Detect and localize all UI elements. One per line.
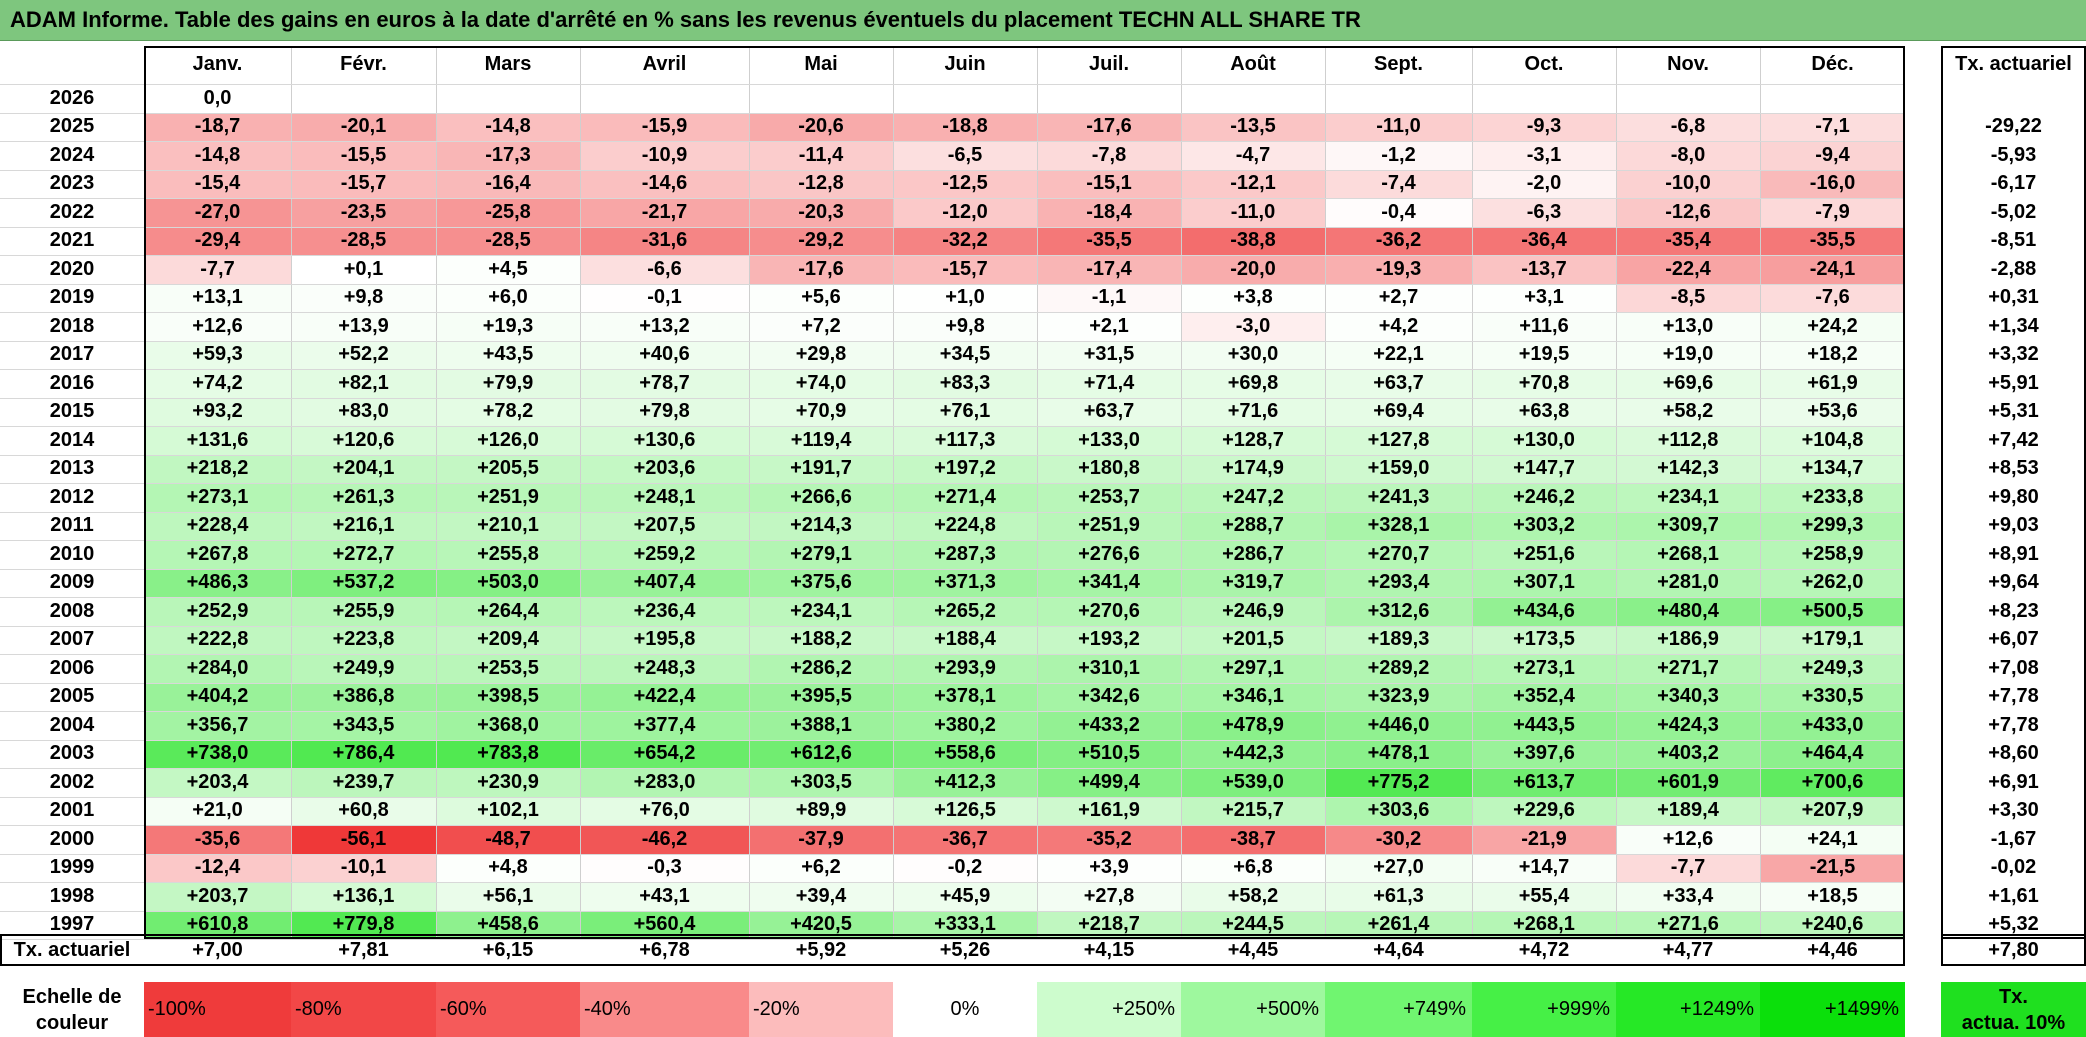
year-label: 2017 <box>49 343 95 366</box>
year-label: 1998 <box>49 884 95 907</box>
scale-swatch: 0% <box>893 982 1037 1037</box>
year-label: 2000 <box>49 827 95 850</box>
rate-frame <box>1941 46 2086 939</box>
scale-swatch: +500% <box>1181 982 1325 1037</box>
year-label: 2005 <box>49 685 95 708</box>
year-label: 2010 <box>49 542 95 565</box>
gains-table: Janv. Févr. Mars Avril Mai Juin Juil. Août Sept.… <box>0 0 2086 1037</box>
year-label: 2023 <box>49 172 95 195</box>
footer-rate-frame <box>1941 934 2086 966</box>
year-label: 1999 <box>49 856 95 879</box>
year-label: 2004 <box>49 713 95 736</box>
scale-swatch: +250% <box>1037 982 1181 1037</box>
scale-swatch: +999% <box>1472 982 1616 1037</box>
scale-label-line: Echelle de <box>22 985 122 1008</box>
scale-rate-label-line: Tx. <box>1999 985 2028 1008</box>
year-label: 2018 <box>49 314 95 337</box>
scale-swatch: -100% <box>144 982 291 1037</box>
year-label: 2007 <box>49 628 95 651</box>
scale-label-line: couleur <box>35 1011 109 1034</box>
scale-swatch: -40% <box>580 982 749 1037</box>
year-label: 2011 <box>50 514 94 537</box>
scale-rate-swatch: Tx. actua. 10% <box>1941 982 2086 1037</box>
months-frame <box>144 46 1905 939</box>
scale-swatch: -80% <box>291 982 436 1037</box>
year-label: 2015 <box>49 400 95 423</box>
year-label: 2003 <box>49 742 95 765</box>
scale-swatch: +1499% <box>1760 982 1905 1037</box>
year-label: 2012 <box>49 485 95 508</box>
year-label: 2025 <box>49 115 95 138</box>
year-label: 2008 <box>49 599 95 622</box>
year-label: 2024 <box>49 143 95 166</box>
footer-frame <box>0 934 1905 966</box>
year-label: 2019 <box>49 286 95 309</box>
scale-swatch: +749% <box>1325 982 1472 1037</box>
year-label: 2026 <box>49 86 95 109</box>
year-label: 2013 <box>49 457 95 480</box>
scale-rate-label-line: actua. 10% <box>1961 1011 2066 1034</box>
scale-swatch: -60% <box>436 982 580 1037</box>
year-label: 2016 <box>49 371 95 394</box>
scale-label: Echelle de couleur <box>0 982 144 1037</box>
year-label: 2009 <box>49 571 95 594</box>
year-label: 2022 <box>49 200 95 223</box>
scale-swatch: -20% <box>749 982 893 1037</box>
scale-swatch: +1249% <box>1616 982 1760 1037</box>
year-label: 2006 <box>49 656 95 679</box>
year-label: 2002 <box>49 770 95 793</box>
year-label: 2001 <box>49 799 95 822</box>
year-label: 2021 <box>49 229 95 252</box>
year-label: 2020 <box>49 257 95 280</box>
year-label: 2014 <box>49 428 95 451</box>
